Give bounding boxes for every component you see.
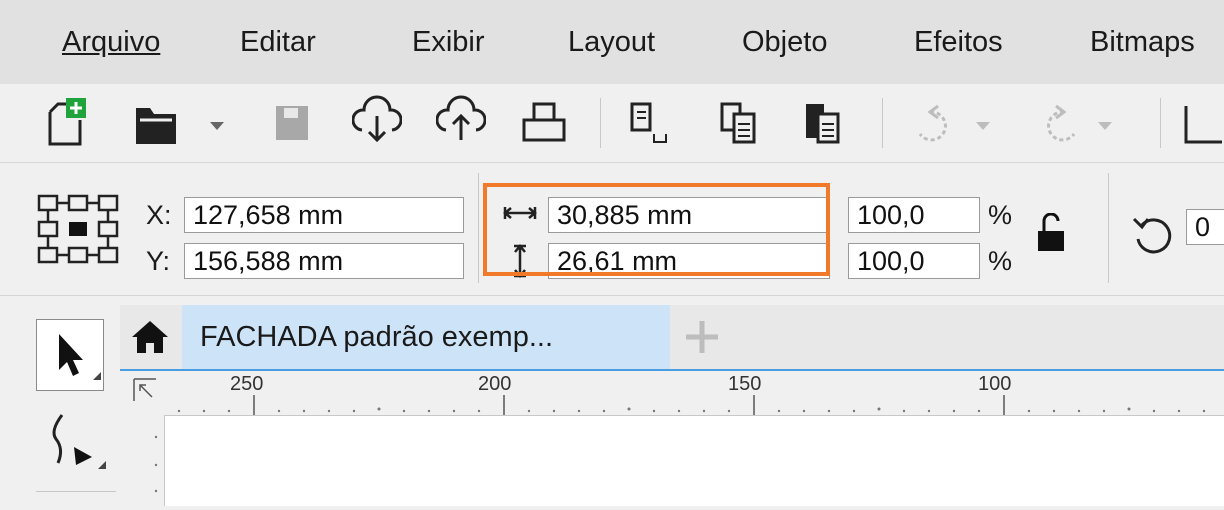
copy-format-button[interactable]: [626, 84, 672, 162]
pointer-arrow-icon: [59, 334, 101, 380]
menu-bar: Arquivo Editar Exibir Layout Objeto Efei…: [0, 0, 1224, 85]
rotate-icon: [1132, 217, 1172, 254]
propbar-separator: [478, 173, 479, 283]
undo-button[interactable]: [906, 84, 996, 162]
plus-icon: [686, 321, 718, 353]
toolbox: [0, 305, 120, 505]
document-tab[interactable]: FACHADA padrão exemp...: [182, 305, 670, 369]
open-dropdown[interactable]: [206, 84, 228, 162]
export-button[interactable]: [436, 84, 486, 162]
menu-layout[interactable]: Layout: [568, 24, 655, 60]
rotation-icon-wrap: [1132, 213, 1176, 262]
menu-editar[interactable]: Editar: [240, 24, 316, 60]
standard-toolbar: [0, 84, 1224, 163]
menu-efeitos[interactable]: Efeitos: [914, 24, 1003, 60]
scale-x-field[interactable]: 100,0: [848, 197, 980, 233]
height-icon: [510, 243, 530, 284]
toolbar-separator: [600, 98, 601, 148]
new-document-icon: [48, 98, 86, 146]
menu-exibir[interactable]: Exibir: [412, 24, 485, 60]
vertical-ruler-ticks: [154, 435, 158, 493]
open-button[interactable]: [132, 84, 182, 162]
height-field[interactable]: 26,61 mm: [548, 243, 830, 279]
percent-x-label: %: [988, 200, 1013, 230]
export-icon: [436, 95, 486, 140]
print-button[interactable]: [520, 84, 570, 162]
new-tab-button[interactable]: [684, 319, 720, 360]
paste-icon: [806, 104, 840, 144]
width-field[interactable]: 30,885 mm: [548, 197, 830, 233]
pick-tool-button[interactable]: [36, 319, 104, 391]
shape-tool-button[interactable]: [40, 405, 110, 480]
menu-bitmaps[interactable]: Bitmaps: [1090, 24, 1195, 60]
y-position-field[interactable]: 156,588 mm: [184, 243, 464, 279]
width-icon: [502, 203, 538, 228]
menu-arquivo-label: Arquivo: [62, 26, 161, 58]
shape-tool-icon: [52, 414, 106, 469]
lock-open-icon: [1038, 212, 1064, 251]
toolbar-separator: [882, 98, 883, 148]
scale-y-field[interactable]: 100,0: [848, 243, 980, 279]
menu-objeto[interactable]: Objeto: [742, 24, 827, 60]
import-button[interactable]: [352, 84, 402, 162]
home-icon: [132, 321, 168, 353]
import-icon: [352, 95, 402, 143]
copy-button[interactable]: [716, 84, 762, 162]
horizontal-ruler[interactable]: 250 200 150 100: [120, 371, 1224, 415]
toolbar-separator: [1160, 98, 1161, 148]
ruler-ticks: [177, 395, 1206, 415]
document-tab-strip: FACHADA padrão exemp...: [120, 305, 1224, 371]
property-bar: X: 127,658 mm Y: 156,588 mm 30,885 mm 26…: [0, 163, 1224, 296]
home-tab[interactable]: [130, 319, 170, 360]
paste-button[interactable]: [800, 84, 846, 162]
rotation-angle-field[interactable]: 0: [1186, 209, 1224, 245]
x-label: X:: [146, 200, 172, 230]
dropdown-icon: [210, 122, 224, 130]
lock-ratio-button[interactable]: [1034, 212, 1068, 258]
partial-toolbar-button[interactable]: [1182, 84, 1224, 162]
y-label: Y:: [146, 246, 171, 276]
menu-arquivo[interactable]: Arquivo: [62, 24, 160, 60]
redo-button[interactable]: [1036, 84, 1126, 162]
copy-icon: [720, 102, 756, 144]
document-tab-label: FACHADA padrão exemp...: [200, 321, 553, 353]
redo-icon: [1047, 104, 1112, 142]
copy-format-icon: [630, 102, 667, 143]
undo-icon: [918, 104, 990, 142]
propbar-separator: [1108, 173, 1109, 283]
save-button[interactable]: [272, 84, 312, 162]
toolbox-divider: [36, 491, 116, 492]
print-icon: [522, 102, 566, 142]
x-position-field[interactable]: 127,658 mm: [184, 197, 464, 233]
reference-point-selector[interactable]: [36, 193, 120, 270]
percent-y-label: %: [988, 246, 1013, 276]
new-document-button[interactable]: [44, 84, 92, 162]
reference-point-icon: [37, 194, 119, 264]
open-icon: [136, 108, 176, 144]
drawing-canvas[interactable]: [164, 415, 1224, 506]
partial-icon: [1184, 106, 1222, 144]
vertical-ruler[interactable]: [120, 415, 164, 505]
save-icon: [276, 106, 308, 140]
